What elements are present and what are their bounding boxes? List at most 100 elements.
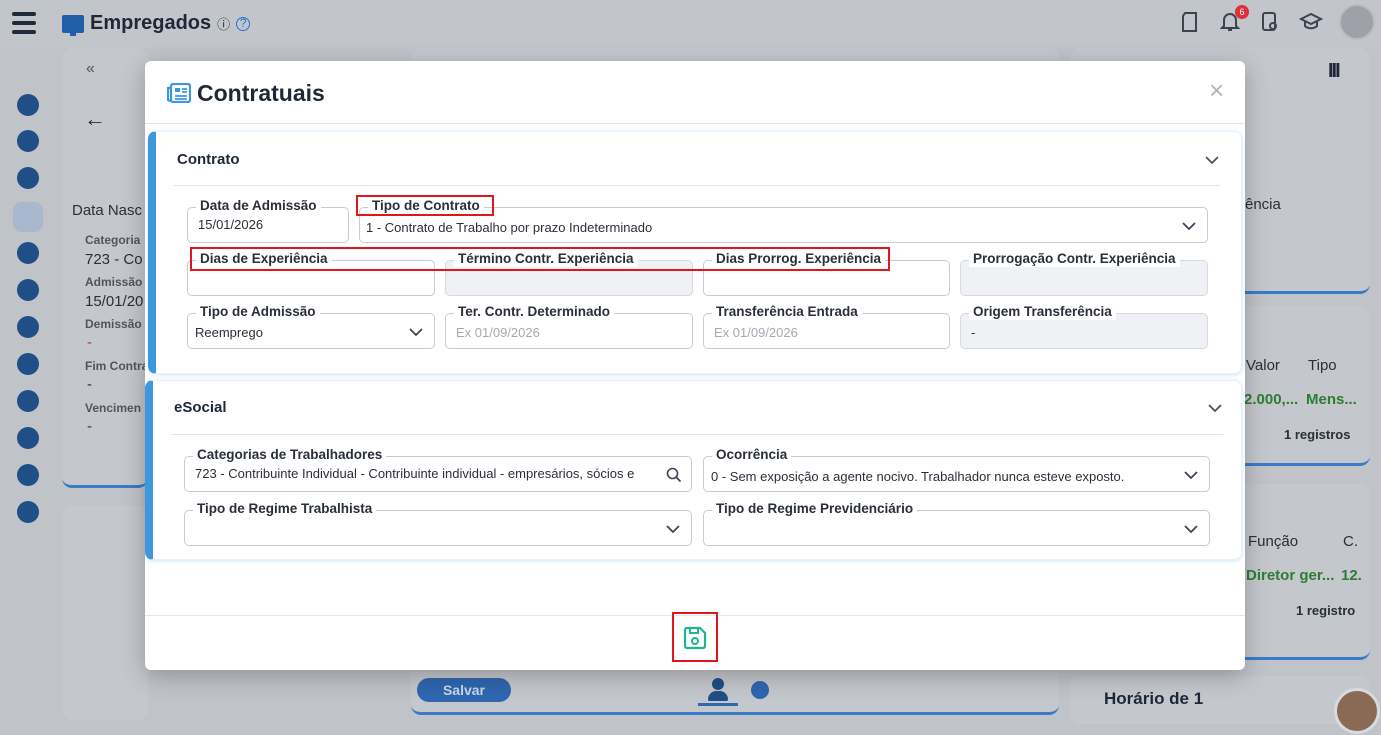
calculator-icon[interactable] — [17, 279, 39, 301]
graduation-cap-icon[interactable] — [1298, 11, 1324, 33]
dollar-icon[interactable] — [17, 242, 39, 264]
left-lower-panel — [62, 505, 148, 720]
categorias-label: Categorias de Trabalhadores — [193, 447, 387, 463]
data-admissao-value: 15/01/2026 — [198, 217, 264, 232]
user-settings-icon[interactable] — [17, 94, 39, 116]
bg-fim-contrato-label: Fim Contra — [85, 359, 149, 373]
chevron-down-icon[interactable] — [665, 521, 681, 537]
highlight-save-button — [672, 612, 718, 662]
bg-demissao-label: Demissão — [85, 317, 142, 331]
chat-icon[interactable] — [751, 681, 769, 699]
transferencia-entrada-input[interactable]: Transferência Entrada Ex 01/09/2026 — [703, 304, 950, 349]
modal-header: Contratuais × — [145, 61, 1245, 124]
sidebar — [0, 48, 58, 735]
bg-funcao-header: Função — [1248, 533, 1299, 550]
report-search-icon[interactable] — [1259, 11, 1281, 33]
prorrogacao-label: Prorrogação Contr. Experiência — [969, 251, 1180, 267]
chevron-down-icon[interactable] — [1183, 521, 1199, 537]
bg-valor-value: 2.000,... — [1244, 391, 1299, 408]
help-icon[interactable]: ? — [236, 16, 251, 31]
origem-transferencia-field: Origem Transferência - — [960, 304, 1208, 349]
section-divider — [171, 434, 1223, 435]
bg-horario-title: Horário de 1 — [1104, 689, 1204, 708]
data-admissao-field[interactable]: Data de Admissão 15/01/2026 — [187, 198, 349, 243]
top-bar: Empregados ⓘ ? 6 — [0, 0, 1381, 48]
origem-transferencia-label: Origem Transferência — [969, 304, 1116, 320]
section-esocial: eSocial Categorias de Trabalhadores 723 … — [145, 380, 1242, 560]
notification-badge: 6 — [1235, 5, 1249, 19]
search-icon[interactable] — [17, 464, 39, 486]
ocorrencia-label: Ocorrência — [712, 447, 792, 463]
menu-icon[interactable] — [12, 12, 36, 36]
chevron-down-icon[interactable] — [1181, 218, 1197, 234]
section-esocial-title[interactable]: eSocial — [174, 399, 227, 416]
data-admissao-label: Data de Admissão — [196, 198, 321, 214]
clock-icon[interactable] — [17, 167, 39, 189]
collapse-icon[interactable]: « — [86, 60, 95, 78]
gear-icon[interactable] — [17, 353, 39, 375]
section-contrato-title[interactable]: Contrato — [177, 151, 240, 168]
contratuais-modal: Contratuais × Contrato Data de Admissão … — [145, 61, 1245, 670]
tipo-admissao-value: Reemprego — [195, 325, 263, 340]
bg-valor-header: Valor — [1246, 357, 1280, 374]
search-icon[interactable] — [665, 466, 683, 484]
layers-icon[interactable] — [17, 427, 39, 449]
origem-transferencia-value: - — [971, 325, 976, 340]
handshake-icon[interactable] — [17, 130, 39, 152]
person-tab-icon[interactable] — [698, 672, 738, 706]
section-divider — [174, 185, 1220, 186]
app-title: Empregados ⓘ ? — [62, 12, 251, 36]
bg-registros-2: 1 registro — [1296, 603, 1356, 618]
assistant-avatar[interactable] — [1334, 688, 1380, 734]
bg-tipo-header: Tipo — [1308, 357, 1337, 374]
close-icon[interactable]: × — [1209, 77, 1224, 103]
highlight-tipo-contrato — [356, 195, 494, 216]
regime-previdenciario-select[interactable]: Tipo de Regime Previdenciário — [703, 501, 1210, 546]
bg-vencimento-label: Vencimen — [85, 401, 142, 415]
bg-demissao-value: - — [87, 334, 92, 351]
ter-contr-determinado-input[interactable]: Ter. Contr. Determinado Ex 01/09/2026 — [445, 304, 693, 349]
ocorrencia-select[interactable]: Ocorrência 0 - Sem exposição a agente no… — [703, 447, 1210, 492]
chevron-down-icon[interactable] — [408, 324, 424, 340]
person-walk-icon[interactable] — [17, 316, 39, 338]
document-icon[interactable] — [1179, 11, 1201, 33]
money-bag-icon[interactable] — [17, 390, 39, 412]
ter-contr-determinado-placeholder: Ex 01/09/2026 — [456, 325, 540, 340]
bg-registros-1: 1 registros — [1284, 427, 1351, 442]
bg-admissao-value: 15/01/20 — [85, 293, 144, 310]
monitor-icon — [62, 14, 84, 36]
columns-icon[interactable]: III — [1328, 60, 1341, 83]
app-title-text: Empregados — [90, 12, 212, 34]
bg-funcao-value: Diretor ger... — [1246, 567, 1335, 584]
back-arrow-icon[interactable]: ← — [84, 106, 106, 132]
background-save-button[interactable]: Salvar — [417, 678, 511, 702]
home-icon[interactable] — [17, 501, 39, 523]
bg-fim-contrato-value: - — [87, 376, 92, 393]
tipo-admissao-select[interactable]: Tipo de Admissão Reemprego — [187, 304, 435, 349]
ter-contr-determinado-label: Ter. Contr. Determinado — [454, 304, 615, 320]
bg-category-label: Categoria — [85, 233, 141, 247]
categorias-search-field[interactable]: Categorias de Trabalhadores 723 - Contri… — [184, 447, 692, 492]
chevron-down-icon[interactable] — [1203, 151, 1221, 169]
bg-category-value: 723 - Co — [85, 251, 143, 268]
tipo-contrato-value: 1 - Contrato de Trabalho por prazo Indet… — [366, 220, 653, 235]
chevron-down-icon[interactable] — [1206, 399, 1224, 417]
categorias-value: 723 - Contribuinte Individual - Contribu… — [195, 466, 635, 481]
bg-vencimento-value: - — [87, 418, 92, 435]
bg-c-header: C. — [1343, 533, 1358, 550]
user-avatar[interactable] — [1339, 4, 1375, 40]
chevron-down-icon[interactable] — [1183, 467, 1199, 483]
bg-admissao-label: Admissão — [85, 275, 143, 289]
transferencia-entrada-label: Transferência Entrada — [712, 304, 862, 320]
bell-icon[interactable]: 6 — [1219, 5, 1249, 33]
prorrogacao-field: Prorrogação Contr. Experiência — [960, 251, 1208, 296]
highlight-experiencia-row — [190, 247, 890, 271]
regime-trabalhista-label: Tipo de Regime Trabalhista — [193, 501, 377, 517]
employees-icon[interactable] — [13, 202, 43, 232]
top-icons: 6 — [1179, 4, 1381, 40]
ocorrencia-value: 0 - Sem exposição a agente nocivo. Traba… — [711, 469, 1125, 484]
info-icon[interactable]: ⓘ — [217, 14, 230, 33]
tipo-admissao-label: Tipo de Admissão — [196, 304, 320, 320]
regime-trabalhista-select[interactable]: Tipo de Regime Trabalhista — [184, 501, 692, 546]
newspaper-icon — [167, 83, 191, 103]
